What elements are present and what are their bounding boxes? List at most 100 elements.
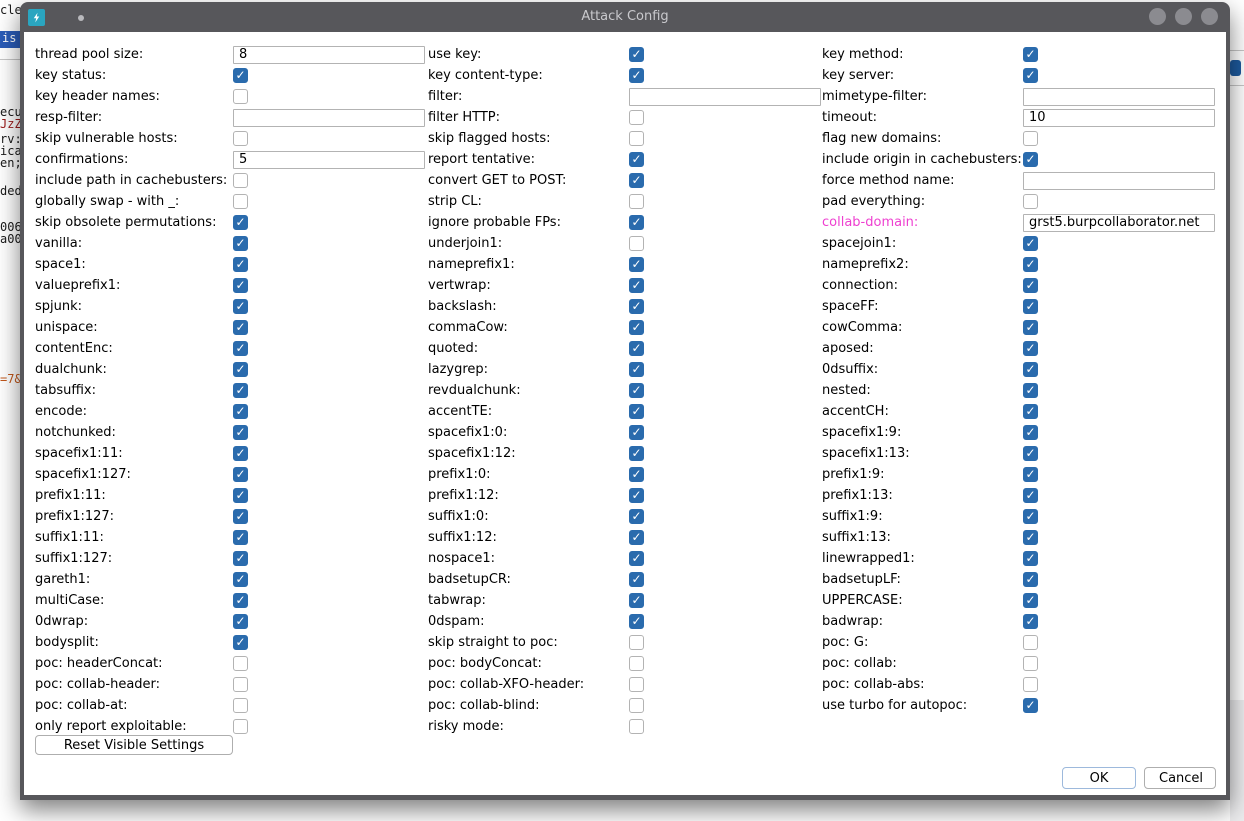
encode-checkbox[interactable]: ✓ (233, 404, 248, 419)
risky-mode-checkbox[interactable] (629, 719, 644, 734)
suffix1-0-checkbox[interactable]: ✓ (629, 509, 644, 524)
dualchunk-checkbox[interactable]: ✓ (233, 362, 248, 377)
commacow-checkbox[interactable]: ✓ (629, 320, 644, 335)
key-server-checkbox[interactable]: ✓ (1023, 68, 1038, 83)
contentenc-checkbox[interactable]: ✓ (233, 341, 248, 356)
0dspam-checkbox[interactable]: ✓ (629, 614, 644, 629)
cancel-button[interactable]: Cancel (1144, 767, 1216, 789)
use-key-checkbox[interactable]: ✓ (629, 47, 644, 62)
resp-filter-input[interactable] (233, 109, 425, 127)
skip-vulnerable-hosts-checkbox[interactable] (233, 131, 248, 146)
accentch-checkbox[interactable]: ✓ (1023, 404, 1038, 419)
timeout-input[interactable] (1023, 109, 1215, 127)
only-report-exploitable-checkbox[interactable] (233, 719, 248, 734)
accentte-checkbox[interactable]: ✓ (629, 404, 644, 419)
spacefix1-0-checkbox[interactable]: ✓ (629, 425, 644, 440)
strip-cl-checkbox[interactable] (629, 194, 644, 209)
spacefix1-11-checkbox[interactable]: ✓ (233, 446, 248, 461)
key-method-checkbox[interactable]: ✓ (1023, 47, 1038, 62)
skip-straight-to-poc-checkbox[interactable] (629, 635, 644, 650)
poc-collab-abs-checkbox[interactable] (1023, 677, 1038, 692)
spacefix1-127-checkbox[interactable]: ✓ (233, 467, 248, 482)
notchunked-checkbox[interactable]: ✓ (233, 425, 248, 440)
nested-checkbox[interactable]: ✓ (1023, 383, 1038, 398)
suffix1-11-checkbox[interactable]: ✓ (233, 530, 248, 545)
confirmations-input[interactable] (233, 151, 425, 169)
linewrapped1-checkbox[interactable]: ✓ (1023, 551, 1038, 566)
underjoin1-checkbox[interactable] (629, 236, 644, 251)
prefix1-9-checkbox[interactable]: ✓ (1023, 467, 1038, 482)
lazygrep-checkbox[interactable]: ✓ (629, 362, 644, 377)
poc-collab-checkbox[interactable] (1023, 656, 1038, 671)
cowcomma-checkbox[interactable]: ✓ (1023, 320, 1038, 335)
minimize-button[interactable] (1149, 8, 1166, 25)
poc-headerconcat-checkbox[interactable] (233, 656, 248, 671)
spacefix1-9-checkbox[interactable]: ✓ (1023, 425, 1038, 440)
vertwrap-checkbox[interactable]: ✓ (629, 278, 644, 293)
key-status-checkbox[interactable]: ✓ (233, 68, 248, 83)
prefix1-11-checkbox[interactable]: ✓ (233, 488, 248, 503)
skip-obsolete-permutations-checkbox[interactable]: ✓ (233, 215, 248, 230)
tabsuffix-checkbox[interactable]: ✓ (233, 383, 248, 398)
poc-bodyconcat-checkbox[interactable] (629, 656, 644, 671)
filter-input[interactable] (629, 88, 821, 106)
key-content-type-checkbox[interactable]: ✓ (629, 68, 644, 83)
badsetupcr-checkbox[interactable]: ✓ (629, 572, 644, 587)
nameprefix2-checkbox[interactable]: ✓ (1023, 257, 1038, 272)
backslash-checkbox[interactable]: ✓ (629, 299, 644, 314)
connection-checkbox[interactable]: ✓ (1023, 278, 1038, 293)
vanilla-checkbox[interactable]: ✓ (233, 236, 248, 251)
gareth1-checkbox[interactable]: ✓ (233, 572, 248, 587)
poc-collab-header-checkbox[interactable] (233, 677, 248, 692)
revdualchunk-checkbox[interactable]: ✓ (629, 383, 644, 398)
multicase-checkbox[interactable]: ✓ (233, 593, 248, 608)
suffix1-13-checkbox[interactable]: ✓ (1023, 530, 1038, 545)
include-path-in-cachebusters-checkbox[interactable] (233, 173, 248, 188)
globally-swap-with-checkbox[interactable] (233, 194, 248, 209)
unispace-checkbox[interactable]: ✓ (233, 320, 248, 335)
poc-g-checkbox[interactable] (1023, 635, 1038, 650)
poc-collab-xfo-header-checkbox[interactable] (629, 677, 644, 692)
spjunk-checkbox[interactable]: ✓ (233, 299, 248, 314)
ignore-probable-fps-checkbox[interactable]: ✓ (629, 215, 644, 230)
valueprefix1-checkbox[interactable]: ✓ (233, 278, 248, 293)
badsetuplf-checkbox[interactable]: ✓ (1023, 572, 1038, 587)
dialog-titlebar[interactable]: Attack Config (20, 2, 1230, 32)
ok-button[interactable]: OK (1062, 767, 1136, 789)
spacefix1-12-checkbox[interactable]: ✓ (629, 446, 644, 461)
poc-collab-blind-checkbox[interactable] (629, 698, 644, 713)
suffix1-12-checkbox[interactable]: ✓ (629, 530, 644, 545)
nameprefix1-checkbox[interactable]: ✓ (629, 257, 644, 272)
spacejoin1-checkbox[interactable]: ✓ (1023, 236, 1038, 251)
flag-new-domains-checkbox[interactable] (1023, 131, 1038, 146)
suffix1-9-checkbox[interactable]: ✓ (1023, 509, 1038, 524)
0dsuffix-checkbox[interactable]: ✓ (1023, 362, 1038, 377)
prefix1-127-checkbox[interactable]: ✓ (233, 509, 248, 524)
mimetype-filter-input[interactable] (1023, 88, 1215, 106)
skip-flagged-hosts-checkbox[interactable] (629, 131, 644, 146)
0dwrap-checkbox[interactable]: ✓ (233, 614, 248, 629)
prefix1-0-checkbox[interactable]: ✓ (629, 467, 644, 482)
tabwrap-checkbox[interactable]: ✓ (629, 593, 644, 608)
report-tentative-checkbox[interactable]: ✓ (629, 152, 644, 167)
maximize-button[interactable] (1175, 8, 1192, 25)
use-turbo-for-autopoc-checkbox[interactable]: ✓ (1023, 698, 1038, 713)
include-origin-in-cachebusters-checkbox[interactable]: ✓ (1023, 152, 1038, 167)
poc-collab-at-checkbox[interactable] (233, 698, 248, 713)
prefix1-12-checkbox[interactable]: ✓ (629, 488, 644, 503)
aposed-checkbox[interactable]: ✓ (1023, 341, 1038, 356)
reset-visible-settings-button[interactable]: Reset Visible Settings (35, 735, 233, 755)
nospace1-checkbox[interactable]: ✓ (629, 551, 644, 566)
space1-checkbox[interactable]: ✓ (233, 257, 248, 272)
suffix1-127-checkbox[interactable]: ✓ (233, 551, 248, 566)
close-button[interactable] (1201, 8, 1218, 25)
convert-get-to-post-checkbox[interactable]: ✓ (629, 173, 644, 188)
prefix1-13-checkbox[interactable]: ✓ (1023, 488, 1038, 503)
bodysplit-checkbox[interactable]: ✓ (233, 635, 248, 650)
uppercase-checkbox[interactable]: ✓ (1023, 593, 1038, 608)
spacefix1-13-checkbox[interactable]: ✓ (1023, 446, 1038, 461)
thread-pool-size-input[interactable] (233, 46, 425, 64)
collab-domain-input[interactable] (1023, 214, 1215, 232)
force-method-name-input[interactable] (1023, 172, 1215, 190)
pad-everything-checkbox[interactable] (1023, 194, 1038, 209)
